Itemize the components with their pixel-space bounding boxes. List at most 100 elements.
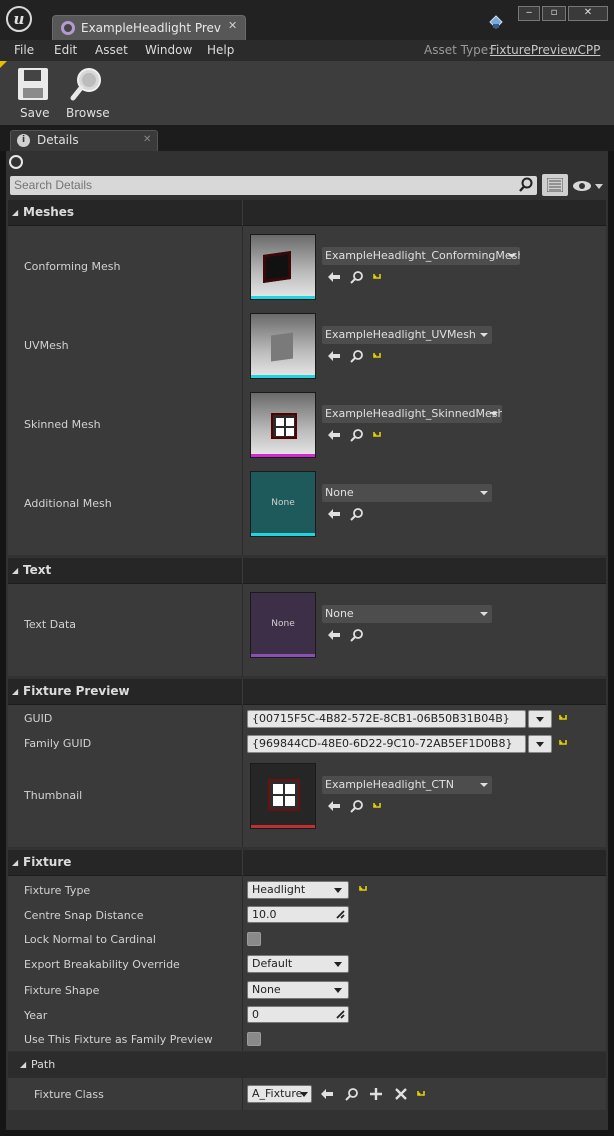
close-window-button[interactable]: ✕ [568, 6, 608, 21]
collapse-triangle-icon: ◢ [12, 858, 19, 867]
use-selected-arrow-icon[interactable] [327, 428, 341, 442]
maximize-button[interactable]: ▫ [542, 6, 566, 21]
toolbar-corner-marker [0, 61, 7, 68]
skinned-mesh-combo[interactable]: ExampleHeadlight_SkinnedMesh [322, 405, 502, 423]
browse-magnifier-icon [70, 68, 101, 101]
use-selected-arrow-icon[interactable] [327, 799, 341, 813]
view-options-eye-icon[interactable] [572, 180, 606, 192]
details-tab-label: Details [37, 133, 79, 147]
reset-to-default-icon[interactable] [372, 272, 382, 282]
lock-normal-checkbox[interactable] [247, 932, 261, 946]
family-preview-checkbox[interactable] [247, 1032, 261, 1046]
centre-snap-distance-field[interactable]: 10.0 [247, 906, 349, 923]
browse-class-icon[interactable] [345, 1087, 359, 1101]
browse-asset-icon[interactable] [350, 799, 364, 813]
use-selected-arrow-icon[interactable] [327, 507, 341, 521]
clear-icon[interactable] [394, 1087, 408, 1101]
uvmesh-thumbnail[interactable] [250, 313, 316, 379]
close-tab-icon[interactable]: ✕ [228, 19, 237, 32]
column-splitter[interactable] [242, 876, 243, 1051]
fixture-class-combo[interactable]: A_Fixture [247, 1085, 312, 1103]
reset-to-default-icon[interactable] [372, 430, 382, 440]
category-fixture-preview[interactable]: ◢ Fixture Preview [8, 679, 606, 705]
year-field[interactable]: 0 [247, 1006, 349, 1023]
save-label: Save [20, 106, 50, 120]
document-tab-label: ExampleHeadlight Preview [81, 21, 221, 35]
menu-window[interactable]: Window [145, 43, 192, 57]
browse-button[interactable]: Browse [64, 66, 110, 122]
use-selected-arrow-icon[interactable] [327, 628, 341, 642]
reset-to-default-icon[interactable] [372, 801, 382, 811]
menu-file[interactable]: File [14, 43, 34, 57]
reset-to-default-icon[interactable] [558, 713, 568, 723]
family-guid-label: Family GUID [24, 737, 92, 750]
browse-asset-icon[interactable] [350, 270, 364, 284]
reset-to-default-icon[interactable] [558, 738, 568, 748]
guid-dropdown-button[interactable] [528, 710, 552, 728]
search-icon[interactable] [518, 177, 534, 193]
category-fixture[interactable]: ◢ Fixture [8, 850, 606, 876]
uvmesh-combo[interactable]: ExampleHeadlight_UVMesh [322, 326, 492, 344]
reset-to-default-icon[interactable] [358, 884, 368, 894]
text-data-label: Text Data [24, 618, 77, 631]
browse-asset-icon[interactable] [350, 349, 364, 363]
details-tab[interactable]: i Details ✕ [10, 130, 158, 151]
column-splitter[interactable] [242, 226, 243, 555]
text-data-combo[interactable]: None [322, 605, 492, 623]
asset-type-link[interactable]: FixturePreviewCPP [490, 43, 600, 57]
add-new-class-icon[interactable] [369, 1087, 383, 1101]
category-meshes[interactable]: ◢ Meshes [8, 200, 606, 226]
property-matrix-button[interactable] [542, 174, 568, 196]
collapse-triangle-icon: ◢ [12, 208, 19, 217]
info-icon: i [17, 134, 30, 147]
export-breakability-combo[interactable]: Default [247, 955, 349, 973]
drag-handle-icon [336, 910, 345, 919]
thumbnail-combo[interactable]: ExampleHeadlight_CTN [322, 776, 492, 794]
uvmesh-label: UVMesh [24, 339, 69, 352]
fixture-type-combo[interactable]: Headlight [247, 881, 349, 899]
additional-mesh-thumbnail[interactable]: None [250, 471, 316, 537]
search-box [10, 176, 537, 195]
asset-type-label: Asset Type: [424, 43, 493, 57]
thumbnail-label: Thumbnail [24, 789, 83, 802]
reset-to-default-icon[interactable] [372, 351, 382, 361]
thumbnail-preview[interactable] [250, 763, 316, 829]
browse-asset-icon[interactable] [350, 507, 364, 521]
lock-selection-icon[interactable] [9, 155, 23, 169]
use-selected-arrow-icon[interactable] [320, 1087, 334, 1101]
save-button[interactable]: Save [14, 66, 54, 122]
menu-edit[interactable]: Edit [54, 43, 77, 57]
conforming-mesh-combo[interactable]: ExampleHeadlight_ConformingMesh [322, 247, 520, 265]
list-view-icon [547, 178, 563, 192]
reset-to-default-icon[interactable] [416, 1089, 426, 1099]
fixture-class-label: Fixture Class [34, 1088, 104, 1101]
feedback-icon[interactable] [488, 14, 504, 30]
subcategory-path[interactable]: ◢ Path [8, 1052, 606, 1078]
column-splitter[interactable] [242, 584, 243, 676]
browse-asset-icon[interactable] [350, 628, 364, 642]
column-splitter[interactable] [242, 1078, 243, 1110]
guid-field[interactable]: {00715F5C-4B82-572E-8CB1-06B50B31B04B} [247, 710, 526, 728]
category-text[interactable]: ◢ Text [8, 558, 606, 584]
menu-asset[interactable]: Asset [95, 43, 128, 57]
minimize-button[interactable]: ‒ [518, 6, 540, 21]
text-data-thumbnail[interactable]: None [250, 592, 316, 658]
document-tab[interactable]: ExampleHeadlight Preview ✕ [52, 15, 246, 40]
skinned-mesh-thumbnail[interactable] [250, 392, 316, 458]
additional-mesh-combo[interactable]: None [322, 484, 492, 502]
family-guid-dropdown-button[interactable] [528, 735, 552, 753]
use-selected-arrow-icon[interactable] [327, 270, 341, 284]
export-breakability-label: Export Breakability Override [24, 958, 180, 971]
browse-label: Browse [66, 106, 110, 120]
browse-asset-icon[interactable] [350, 428, 364, 442]
fixture-shape-combo[interactable]: None [247, 981, 349, 999]
menu-help[interactable]: Help [207, 43, 234, 57]
search-details-input[interactable] [14, 178, 494, 192]
family-preview-label: Use This Fixture as Family Preview [24, 1033, 213, 1046]
use-selected-arrow-icon[interactable] [327, 349, 341, 363]
column-splitter[interactable] [242, 705, 243, 847]
close-details-tab-icon[interactable]: ✕ [143, 134, 151, 145]
family-guid-field[interactable]: {969844CD-48E0-6D22-9C10-72AB5EF1D0B8} [247, 735, 526, 753]
category-label: Fixture [23, 855, 72, 869]
conforming-mesh-thumbnail[interactable] [250, 234, 316, 300]
